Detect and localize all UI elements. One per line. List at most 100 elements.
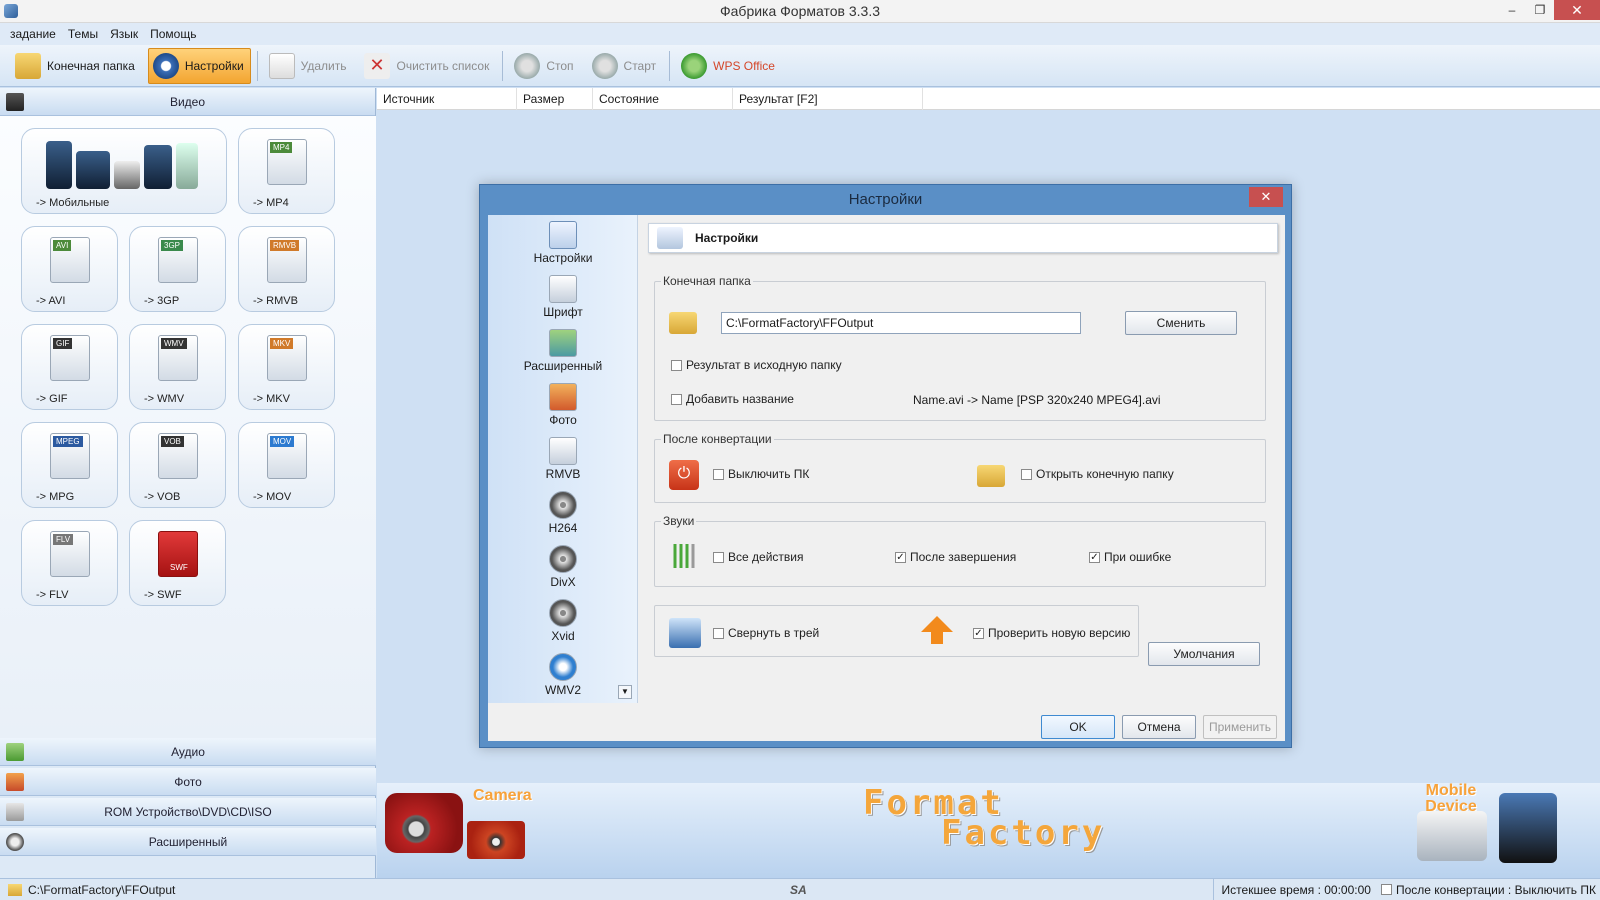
advanced-icon	[549, 329, 577, 357]
format-label: -> MPG	[36, 491, 75, 503]
format-vob[interactable]: VOB -> VOB	[129, 422, 226, 508]
settings-button[interactable]: Настройки	[147, 47, 251, 84]
nav-h264[interactable]: H264	[488, 491, 637, 535]
column-size[interactable]: Размер	[517, 88, 593, 110]
start-icon	[591, 52, 618, 79]
format-swf[interactable]: SWF -> SWF	[129, 520, 226, 606]
restore-icon[interactable]: ❐	[1526, 0, 1554, 20]
category-photo[interactable]: Фото	[0, 768, 376, 796]
nav-label: Шрифт	[543, 305, 583, 319]
checkbox-box[interactable]: ✓	[973, 627, 984, 639]
change-folder-button[interactable]: Сменить	[1125, 311, 1237, 335]
status-bar: C:\FormatFactory\FFOutput SA Истекшее вр…	[0, 878, 1600, 900]
nav-photo[interactable]: Фото	[488, 383, 637, 427]
open-folder-checkbox[interactable]: Открыть конечную папку	[1021, 467, 1174, 481]
format-label: -> 3GP	[144, 295, 180, 307]
start-label: Старт	[623, 58, 657, 73]
checkbox-box[interactable]	[671, 359, 682, 371]
nav-wmv2[interactable]: WMV2	[488, 653, 637, 697]
clear-list-button[interactable]: Очистить список	[359, 48, 496, 84]
settings-dialog: Настройки ✕ Настройки Шрифт Расширенный …	[479, 184, 1292, 748]
gif-icon: GIF	[50, 335, 90, 381]
nav-font[interactable]: Шрифт	[488, 275, 637, 319]
mobile-devices-icon	[46, 137, 206, 189]
format-avi[interactable]: AVI -> AVI	[21, 226, 118, 312]
minimize-icon[interactable]: –	[1498, 0, 1526, 20]
ok-button[interactable]: OK	[1041, 715, 1115, 739]
category-audio[interactable]: Аудио	[0, 738, 376, 766]
format-wmv[interactable]: WMV -> WMV	[129, 324, 226, 410]
column-result[interactable]: Результат [F2]	[733, 88, 923, 110]
output-path-field[interactable]: C:\FormatFactory\FFOutput	[721, 312, 1081, 334]
after-conversion-status: После конвертации : Выключить ПК	[1395, 882, 1596, 897]
checkbox-box[interactable]: ✓	[1089, 551, 1100, 563]
format-mov[interactable]: MOV -> MOV	[238, 422, 335, 508]
format-mobile[interactable]: -> Мобильные	[21, 128, 227, 214]
after-finish-checkbox[interactable]: ✓ После завершения	[895, 550, 1016, 564]
group-label: Конечная папка	[661, 274, 753, 288]
to-source-checkbox[interactable]: Результат в исходную папку	[671, 358, 842, 372]
format-flv[interactable]: FLV -> FLV	[21, 520, 118, 606]
nav-advanced[interactable]: Расширенный	[488, 329, 637, 373]
menu-help[interactable]: Помощь	[150, 27, 196, 41]
video-icon	[6, 93, 24, 111]
checkbox-box[interactable]: ✓	[895, 551, 906, 563]
start-button[interactable]: Старт	[587, 48, 664, 84]
wmv-icon: WMV	[158, 335, 198, 381]
window-title: Фабрика Форматов 3.3.3	[720, 3, 880, 19]
cancel-button[interactable]: Отмена	[1122, 715, 1196, 739]
category-video-label: Видео	[169, 94, 206, 109]
menu-task[interactable]: задание	[10, 27, 56, 41]
checkbox-box[interactable]	[671, 393, 682, 405]
delete-button[interactable]: Удалить	[264, 48, 354, 84]
on-error-checkbox[interactable]: ✓ При ошибке	[1089, 550, 1171, 564]
checkbox-box[interactable]	[1021, 468, 1032, 480]
status-output-folder[interactable]: C:\FormatFactory\FFOutput	[8, 883, 175, 897]
nav-rmvb[interactable]: RMVB	[488, 437, 637, 481]
format-3gp[interactable]: 3GP -> 3GP	[129, 226, 226, 312]
column-source[interactable]: Источник	[377, 88, 517, 110]
format-rmvb[interactable]: RMVB -> RMVB	[238, 226, 335, 312]
apply-button[interactable]: Применить	[1203, 715, 1277, 739]
checkbox-box[interactable]	[713, 468, 724, 480]
checkbox-label: Добавить название	[686, 392, 794, 406]
all-actions-checkbox[interactable]: Все действия	[713, 550, 803, 564]
format-mpg[interactable]: MPEG -> MPG	[21, 422, 118, 508]
add-name-checkbox[interactable]: Добавить название	[671, 392, 794, 406]
menu-themes[interactable]: Темы	[68, 27, 98, 41]
column-status[interactable]: Состояние	[593, 88, 733, 110]
settings-icon	[152, 52, 179, 79]
dialog-close-button[interactable]: ✕	[1249, 187, 1283, 207]
category-advanced[interactable]: Расширенный	[0, 828, 376, 856]
nav-divx[interactable]: DivX	[488, 545, 637, 589]
close-icon[interactable]: ✕	[1554, 0, 1600, 20]
category-rom[interactable]: ROM Устройство\DVD\CD\ISO	[0, 798, 376, 826]
format-gif[interactable]: GIF -> GIF	[21, 324, 118, 410]
stop-label: Стоп	[546, 58, 574, 73]
output-folder-button[interactable]: Конечная папка	[10, 48, 142, 84]
settings-header-title: Настройки	[695, 231, 759, 245]
stop-button[interactable]: Стоп	[509, 48, 580, 84]
clear-list-label: Очистить список	[396, 58, 490, 73]
shutdown-checkbox[interactable]: Выключить ПК	[713, 467, 809, 481]
format-mp4[interactable]: MP4 -> MP4	[238, 128, 335, 214]
check-update-checkbox[interactable]: ✓ Проверить новую версию	[973, 626, 1130, 640]
format-mkv[interactable]: MKV -> MKV	[238, 324, 335, 410]
nav-settings[interactable]: Настройки	[488, 221, 637, 265]
format-label: -> RMVB	[253, 295, 298, 307]
wps-office-button[interactable]: WPS Office	[676, 48, 782, 84]
font-icon	[549, 275, 577, 303]
video-format-grid: -> Мобильные MP4 -> MP4 AVI -> AVI 3GP -…	[0, 116, 376, 738]
nav-scroll-down-icon[interactable]: ▼	[618, 685, 632, 699]
checkbox-box[interactable]	[713, 551, 724, 563]
nav-xvid[interactable]: Xvid	[488, 599, 637, 643]
3gp-icon: 3GP	[158, 237, 198, 283]
defaults-button[interactable]: Умолчания	[1148, 642, 1260, 666]
toolbar-separator	[669, 50, 671, 81]
checkbox-label: Все действия	[728, 550, 804, 564]
menu-language[interactable]: Язык	[110, 27, 138, 41]
after-conversion-checkbox[interactable]	[1380, 884, 1392, 895]
category-video[interactable]: Видео	[0, 88, 375, 116]
minimize-tray-checkbox[interactable]: Свернуть в трей	[713, 626, 819, 640]
checkbox-box[interactable]	[713, 627, 724, 639]
